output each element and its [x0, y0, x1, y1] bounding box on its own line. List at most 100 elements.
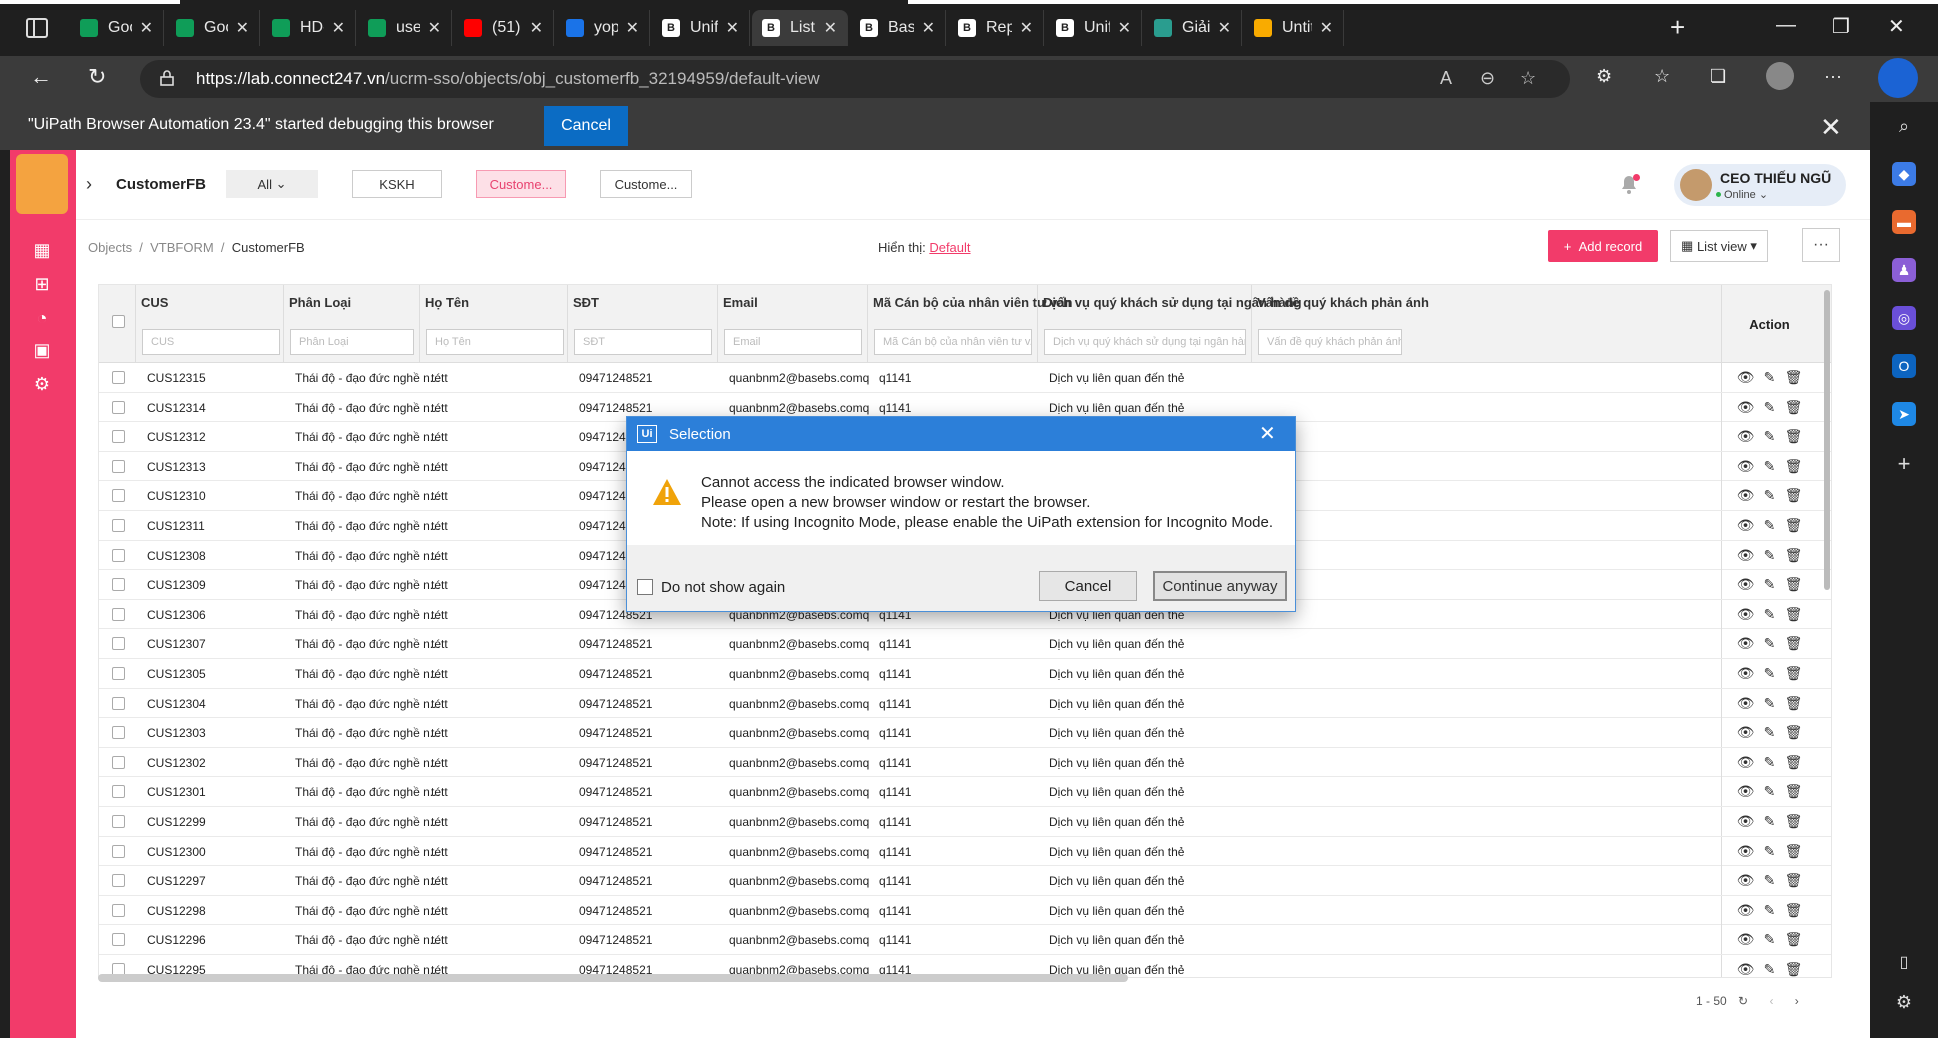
read-aloud-icon[interactable]: A	[1440, 68, 1452, 89]
edit-icon[interactable]: ✎	[1764, 961, 1776, 977]
row-checkbox[interactable]	[112, 844, 125, 858]
hide-sidebar-icon[interactable]: ▯	[1892, 950, 1916, 974]
column-header[interactable]: Phân Loại	[289, 295, 351, 310]
breadcrumb-objects[interactable]: Objects	[88, 240, 132, 255]
view-icon[interactable]: 👁	[1737, 635, 1755, 652]
delete-icon[interactable]: 🗑	[1785, 665, 1803, 682]
column-filter-input[interactable]: Email	[724, 329, 862, 355]
row-checkbox[interactable]	[112, 637, 125, 651]
browser-tab[interactable]: Giải pl ✕	[1144, 10, 1242, 46]
table-row[interactable]: CUS12315 Thái độ - đạo đức nghề n... tétt 0…	[99, 363, 1831, 393]
continue-anyway-button[interactable]: Continue anyway	[1153, 571, 1287, 601]
calendar-icon[interactable]: ▣	[32, 340, 52, 360]
view-tab-kskh[interactable]: KSKH	[352, 170, 442, 198]
delete-icon[interactable]: 🗑	[1785, 399, 1803, 416]
row-checkbox[interactable]	[112, 814, 125, 828]
view-icon[interactable]: 👁	[1737, 724, 1755, 741]
zoom-icon[interactable]: ⊖	[1480, 68, 1495, 89]
refresh-icon[interactable]: ↻	[88, 64, 106, 90]
column-filter-input[interactable]: Họ Tên	[426, 329, 564, 355]
row-checkbox[interactable]	[112, 518, 125, 532]
settings-icon[interactable]: ⚙	[32, 374, 52, 394]
edit-icon[interactable]: ✎	[1764, 547, 1776, 564]
objects-icon[interactable]: ⊞	[32, 274, 52, 294]
edit-icon[interactable]: ✎	[1764, 843, 1776, 860]
close-tab-icon[interactable]: ✕	[428, 18, 441, 38]
horizontal-scrollbar[interactable]	[98, 974, 1128, 982]
refresh-icon[interactable]: ↻	[1738, 994, 1748, 1008]
restore-icon[interactable]: ❐	[1832, 14, 1850, 39]
row-checkbox[interactable]	[112, 371, 125, 384]
table-row[interactable]: CUS12307 Thái độ - đạo đức nghề n... tétt 0…	[99, 629, 1831, 659]
delete-icon[interactable]: 🗑	[1785, 724, 1803, 741]
edit-icon[interactable]: ✎	[1764, 754, 1776, 771]
view-icon[interactable]: 👁	[1737, 665, 1755, 682]
row-checkbox[interactable]	[112, 400, 125, 414]
row-checkbox[interactable]	[112, 874, 125, 888]
select-all-checkbox[interactable]	[112, 315, 125, 328]
row-checkbox[interactable]	[112, 578, 125, 592]
column-filter-input[interactable]: CUS	[142, 329, 280, 355]
row-checkbox[interactable]	[112, 696, 125, 710]
view-icon[interactable]: 👁	[1737, 517, 1755, 534]
row-checkbox[interactable]	[112, 489, 125, 503]
dashboard-icon[interactable]: ▦	[32, 240, 52, 260]
view-tab-all[interactable]: All ⌄	[226, 170, 318, 198]
edit-icon[interactable]: ✎	[1764, 902, 1776, 919]
browser-tab[interactable]: yopmail ✕	[556, 10, 650, 46]
add-sidebar-icon[interactable]: +	[1892, 451, 1916, 476]
delete-icon[interactable]: 🗑	[1785, 843, 1803, 860]
row-checkbox[interactable]	[112, 459, 125, 473]
menu-icon[interactable]: ···	[1824, 66, 1842, 87]
delete-icon[interactable]: 🗑	[1785, 872, 1803, 889]
close-tab-icon[interactable]: ✕	[236, 18, 249, 38]
vertical-scrollbar[interactable]	[1824, 290, 1830, 590]
breadcrumb-vtbform[interactable]: VTBFORM	[150, 240, 214, 255]
edit-icon[interactable]: ✎	[1764, 665, 1776, 682]
dialog-cancel-button[interactable]: Cancel	[1039, 571, 1137, 601]
view-icon[interactable]: 👁	[1737, 902, 1755, 919]
row-checkbox[interactable]	[112, 755, 125, 769]
column-filter-input[interactable]: Mã Cán bộ của nhân viên tư v...	[874, 329, 1032, 355]
close-tab-icon[interactable]: ✕	[140, 18, 153, 38]
row-checkbox[interactable]	[112, 666, 125, 680]
outlook-icon[interactable]: O	[1892, 354, 1916, 378]
minimize-icon[interactable]: —	[1776, 14, 1796, 37]
edit-icon[interactable]: ✎	[1764, 458, 1776, 475]
browser-tab[interactable]: HD-UC ✕	[262, 10, 356, 46]
delete-icon[interactable]: 🗑	[1785, 606, 1803, 623]
row-checkbox[interactable]	[112, 726, 125, 740]
user-menu[interactable]: CEO THIẾU NGŨ Online ⌄	[1674, 164, 1846, 206]
column-header[interactable]: CUS	[141, 295, 168, 310]
edit-icon[interactable]: ✎	[1764, 576, 1776, 593]
edit-icon[interactable]: ✎	[1764, 695, 1776, 712]
settings-icon[interactable]: ⚙	[1892, 990, 1916, 1014]
profile-avatar[interactable]	[1766, 62, 1794, 90]
close-tab-icon[interactable]: ✕	[1320, 18, 1333, 38]
new-tab-icon[interactable]: +	[1670, 12, 1685, 43]
column-header[interactable]: Vấn đề quý khách phản ánh	[1257, 295, 1429, 310]
column-filter-input[interactable]: Vấn đề quý khách phản ánh	[1258, 329, 1402, 355]
view-icon[interactable]: 👁	[1737, 458, 1755, 475]
table-row[interactable]: CUS12303 Thái độ - đạo đức nghề n... tétt 0…	[99, 718, 1831, 748]
edit-icon[interactable]: ✎	[1764, 428, 1776, 445]
edit-icon[interactable]: ✎	[1764, 783, 1776, 800]
close-tab-icon[interactable]: ✕	[922, 18, 935, 38]
delete-icon[interactable]: 🗑	[1785, 369, 1803, 386]
delete-icon[interactable]: 🗑	[1785, 458, 1803, 475]
view-icon[interactable]: 👁	[1737, 369, 1755, 386]
reports-icon[interactable]: ◔	[32, 308, 52, 328]
browser-tab[interactable]: users - ✕	[358, 10, 452, 46]
games-icon[interactable]: ♟	[1892, 258, 1916, 282]
view-tab-customer-2[interactable]: Custome...	[600, 170, 692, 198]
notification-bell-icon[interactable]	[1620, 174, 1640, 194]
edit-icon[interactable]: ✎	[1764, 517, 1776, 534]
view-icon[interactable]: 👁	[1737, 428, 1755, 445]
view-icon[interactable]: 👁	[1737, 961, 1755, 977]
edit-icon[interactable]: ✎	[1764, 487, 1776, 504]
edit-icon[interactable]: ✎	[1764, 606, 1776, 623]
more-options-button[interactable]: ···	[1802, 228, 1840, 262]
delete-icon[interactable]: 🗑	[1785, 517, 1803, 534]
prev-page-icon[interactable]: ‹	[1769, 994, 1773, 1008]
table-row[interactable]: CUS12304 Thái độ - đạo đức nghề n... tétt 0…	[99, 688, 1831, 719]
